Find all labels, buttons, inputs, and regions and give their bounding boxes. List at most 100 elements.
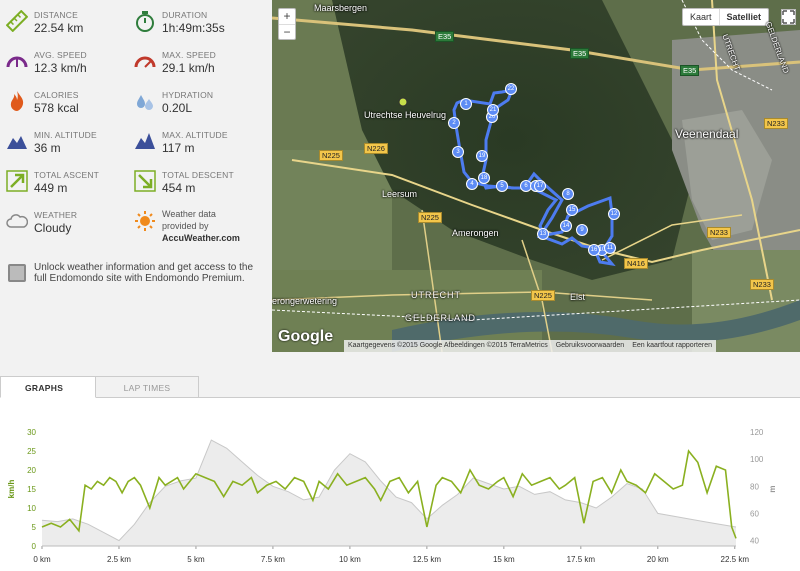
premium-icon [8, 264, 26, 282]
stat-label: DISTANCE [34, 10, 78, 20]
stat-weather: WEATHER Cloudy [0, 204, 125, 240]
map-terms-link[interactable]: Gebruiksvoorwaarden [556, 341, 624, 351]
y-right-axis-label: m [768, 485, 777, 492]
province-utrecht: UTRECHT [411, 290, 461, 300]
route-marker-11[interactable]: 11 [604, 242, 616, 254]
stat-label: DURATION [162, 10, 208, 20]
weather-provider-line2: provided by [162, 221, 209, 231]
place-amerongen: Amerongen [452, 228, 499, 238]
stat-total-descent: TOTAL DESCENT 454 m [128, 164, 253, 200]
route-marker-9[interactable]: 9 [576, 224, 588, 236]
route-marker-22[interactable]: 22 [505, 83, 517, 95]
route-marker-15[interactable]: 15 [566, 204, 578, 216]
stat-value: 22.54 km [34, 21, 84, 35]
workout-summary: DISTANCE 22.54 km DURATION 1h:49m:35s AV… [0, 0, 800, 571]
x-tick-label: 20 km [647, 555, 669, 564]
mountain-min-icon [7, 136, 27, 149]
map-copyright: Kaartgegevens ©2015 Google Afbeeldingen … [348, 342, 548, 349]
place-wetering: erongerwetering [272, 296, 338, 306]
route-marker-14[interactable]: 14 [560, 220, 572, 232]
ruler-icon [6, 10, 28, 32]
y-right-tick-label: 40 [750, 537, 759, 546]
map-attribution: Kaartgegevens ©2015 Google Afbeeldingen … [344, 340, 716, 352]
route-marker-2[interactable]: 2 [448, 117, 460, 129]
road-n416: N416 [624, 258, 648, 269]
y-left-tick-label: 20 [27, 466, 36, 475]
stopwatch-icon [136, 11, 154, 32]
route-marker-12[interactable]: 12 [608, 208, 620, 220]
fullscreen-button[interactable] [781, 9, 796, 25]
route-marker-18[interactable]: 18 [478, 172, 490, 184]
y-left-tick-label: 25 [27, 447, 36, 456]
stat-value: 449 m [34, 181, 68, 195]
graph-tabs: GRAPHS LAP TIMES [0, 376, 800, 398]
route-marker-4[interactable]: 4 [466, 178, 478, 190]
stat-label: AVG. SPEED [34, 50, 87, 60]
stat-calories: CALORIES 578 kcal [0, 84, 125, 120]
map-report-link[interactable]: Een kaartfout rapporteren [632, 341, 712, 351]
speed-altitude-graph[interactable]: 0 km 2.5 km 5 km 7.5 km 10 km 12.5 km 15 km 17.… [0, 398, 800, 571]
route-marker-19[interactable]: 19 [476, 150, 488, 162]
stat-value: 36 m [34, 141, 61, 155]
stat-value: 29.1 km/h [162, 61, 215, 75]
y-left-axis-label: km/h [7, 480, 16, 499]
route-marker-17[interactable]: 17 [534, 180, 546, 192]
route-marker-13[interactable]: 13 [537, 228, 549, 240]
route-marker-3[interactable]: 3 [452, 146, 464, 158]
route-marker-21[interactable]: 21 [487, 104, 499, 116]
y-right-tick-label: 60 [750, 509, 759, 518]
descent-arrow-icon [134, 170, 156, 192]
stat-value: 0.20L [162, 101, 193, 115]
road-n225: N225 [531, 290, 555, 301]
road-n233: N233 [750, 279, 774, 290]
map-type-kaart[interactable]: Kaart [683, 9, 719, 25]
place-leersum: Leersum [382, 189, 418, 199]
stat-label: CALORIES [34, 90, 79, 100]
weather-provider-text: Weather data provided by AccuWeather.com [162, 208, 240, 244]
map-type-control: Kaart Satelliet [682, 8, 770, 26]
cloud-icon [6, 214, 28, 228]
zoom-out-button[interactable]: − [279, 24, 295, 39]
province-gelderland: GELDERLAND [405, 313, 477, 323]
x-tick-label: 10 km [339, 555, 361, 564]
route-marker-1[interactable]: 1 [460, 98, 472, 110]
stat-label: WEATHER [34, 210, 78, 220]
stat-value: 1h:49m:35s [162, 21, 225, 35]
zoom-in-button[interactable]: + [279, 9, 295, 24]
x-tick-label: 22.5 km [721, 555, 750, 564]
stat-value: 578 kcal [34, 101, 79, 115]
stat-min-altitude: MIN. ALTITUDE 36 m [0, 124, 125, 160]
stats-panel: DISTANCE 22.54 km DURATION 1h:49m:35s AV… [0, 0, 268, 352]
stat-value: 117 m [162, 141, 195, 155]
y-right-tick-label: 80 [750, 482, 759, 491]
route-marker-8[interactable]: 8 [562, 188, 574, 200]
zoom-control: + − [278, 8, 296, 40]
y-right-tick-label: 120 [750, 428, 764, 437]
route-map[interactable]: + − Kaart Satelliet Maarsbergen Utrechts… [272, 0, 800, 352]
road-n225: N225 [418, 212, 442, 223]
stat-value: 12.3 km/h [34, 61, 87, 75]
accuweather-link[interactable]: AccuWeather.com [162, 233, 240, 243]
road-e35: E35 [680, 65, 700, 76]
y-left-tick-label: 0 [32, 542, 37, 551]
tab-graphs[interactable]: GRAPHS [0, 376, 96, 398]
road-n233: N233 [707, 227, 731, 238]
stat-value: Cloudy [34, 221, 72, 235]
stat-distance: DISTANCE 22.54 km [0, 4, 125, 40]
stat-label: MIN. ALTITUDE [34, 130, 97, 140]
x-tick-label: 12.5 km [413, 555, 442, 564]
speedometer-avg-icon [6, 56, 28, 68]
road-n226: N226 [364, 143, 388, 154]
route-marker-16[interactable]: 16 [588, 244, 600, 256]
chart-canvas: 0 km 2.5 km 5 km 7.5 km 10 km 12.5 km 15 km 17.… [7, 428, 777, 564]
stat-label: TOTAL ASCENT [34, 170, 100, 180]
weather-provider-line1: Weather data [162, 209, 216, 219]
stat-hydration: HYDRATION 0.20L [128, 84, 253, 120]
map-type-satelliet[interactable]: Satelliet [718, 9, 769, 25]
mountain-max-icon [135, 133, 155, 149]
tab-lap-times[interactable]: LAP TIMES [96, 376, 199, 398]
route-marker-5[interactable]: 5 [496, 180, 508, 192]
place-veenendaal: Veenendaal [675, 127, 739, 141]
altitude-area [42, 440, 736, 546]
y-left-tick-label: 15 [27, 485, 36, 494]
